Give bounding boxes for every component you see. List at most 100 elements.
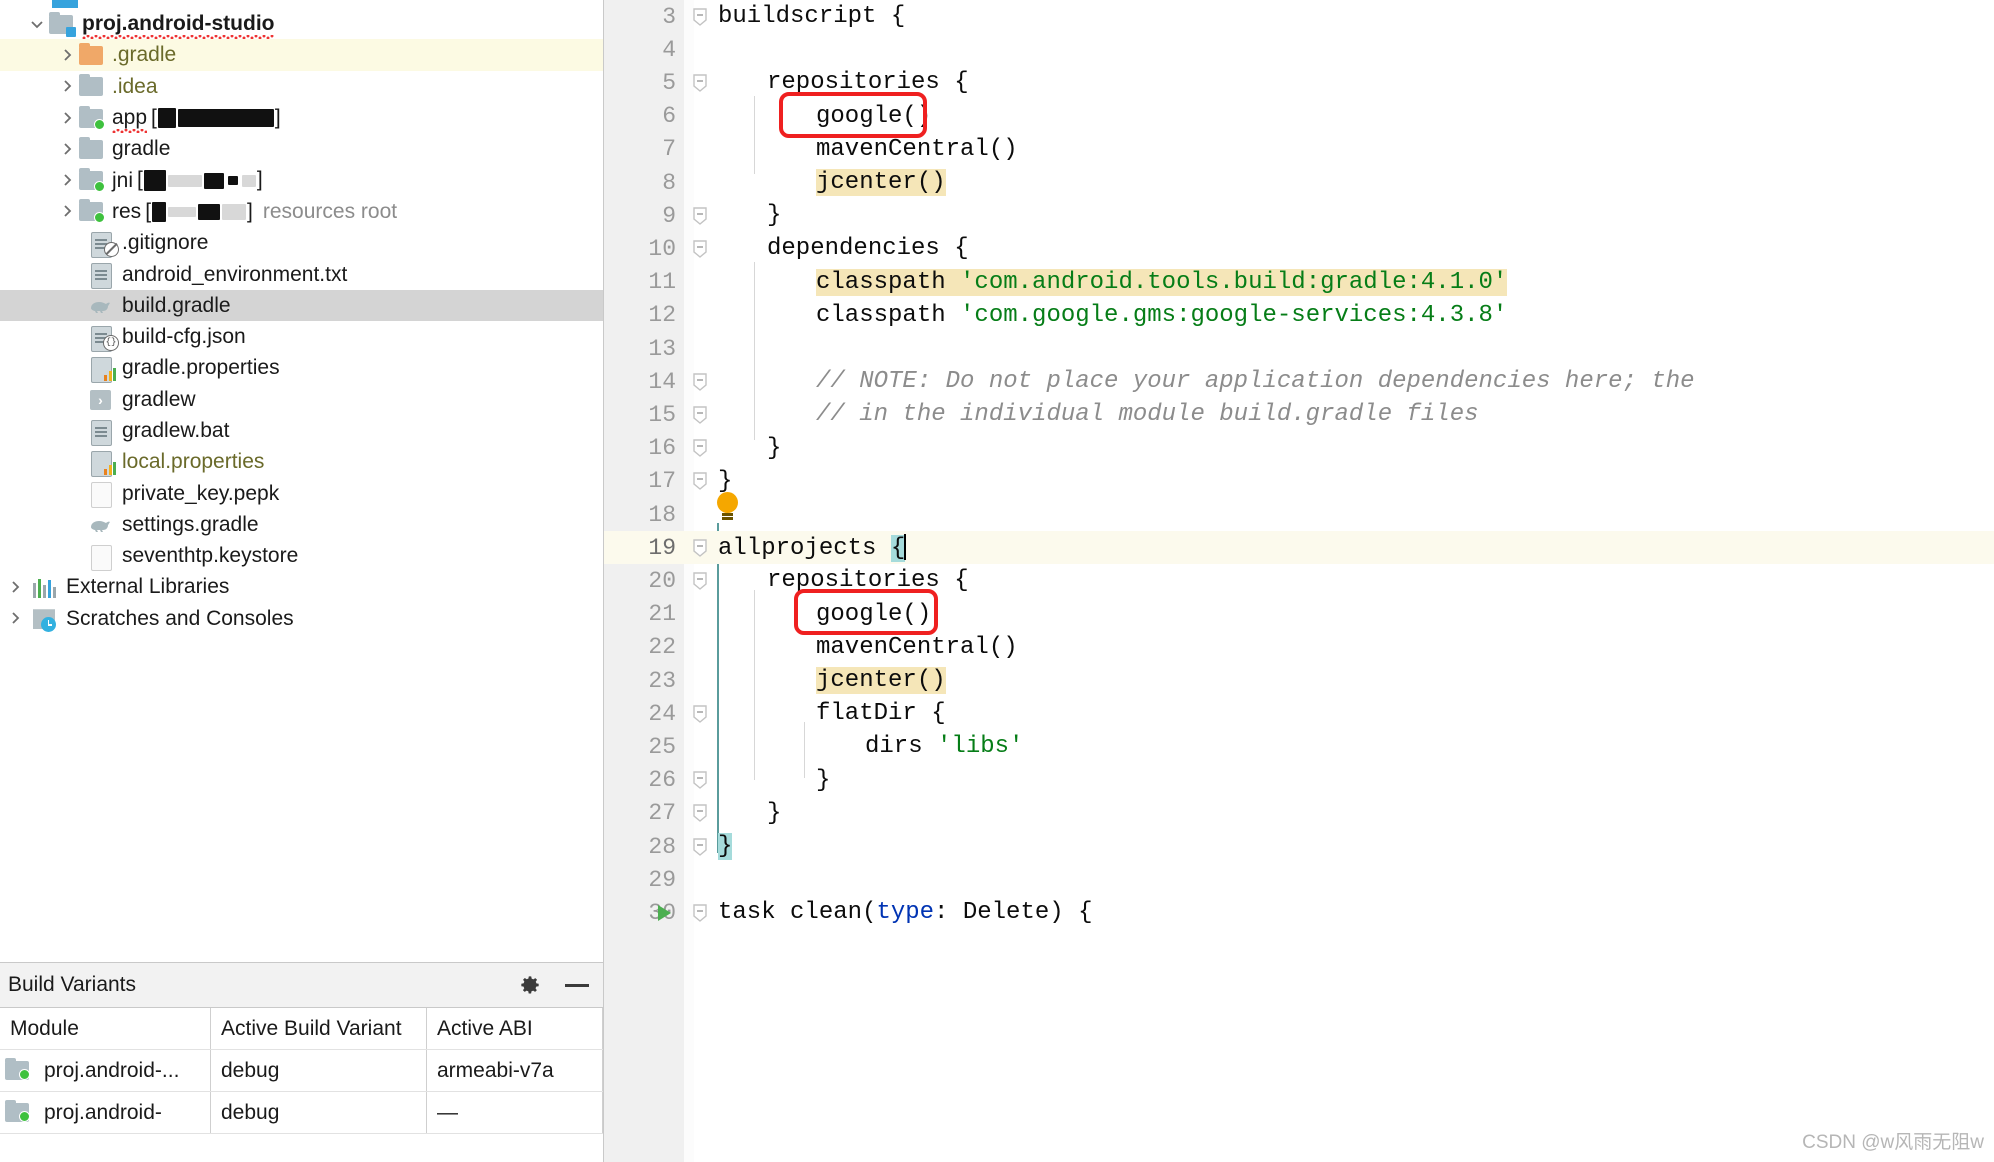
code-text: } [767,202,781,229]
code-line[interactable]: 19 allprojects { [604,531,1994,565]
tree-row-app-module[interactable]: app [] [0,102,603,134]
table-row[interactable]: proj.android- debug — [0,1091,603,1134]
project-file-tree[interactable]: proj.android-studio .gradle .idea app [… [0,0,603,962]
tree-row-partial-top [0,0,603,8]
tree-row-gradlew[interactable]: › gradlew [0,384,603,415]
gear-icon[interactable] [517,972,543,998]
minimize-icon[interactable] [565,973,589,997]
code-line[interactable]: 9} [604,199,1994,232]
tree-row-android-environment-txt[interactable]: android_environment.txt [0,258,603,290]
fold-toggle-icon[interactable] [690,903,710,923]
line-number: 30 [648,899,676,926]
fold-toggle-icon[interactable] [690,538,710,558]
code-line[interactable]: 23 jcenter() [604,664,1994,697]
cell-abi[interactable]: armeabi-v7a [426,1049,603,1092]
column-header-active-abi[interactable]: Active ABI [426,1008,603,1050]
tree-row-gitignore[interactable]: .gitignore [0,227,603,258]
fold-toggle-icon[interactable] [690,770,710,790]
code-line[interactable]: 22 mavenCentral() [604,631,1994,664]
column-header-module[interactable]: Module [0,1008,211,1050]
chevron-right-icon[interactable] [56,141,78,157]
code-line[interactable]: 3 buildscript { [604,0,1994,33]
code-line[interactable]: 27} [604,797,1994,830]
tree-row-private-key-pepk[interactable]: private_key.pepk [0,477,603,509]
code-line[interactable]: 24 flatDir { [604,697,1994,730]
tree-row-jni-module[interactable]: jni [] [0,164,603,195]
code-line[interactable]: 12 classpath 'com.google.gms:google-servi… [604,299,1994,332]
gradle-file-icon [88,292,114,318]
code-line[interactable]: 14 // NOTE: Do not place your application… [604,365,1994,398]
code-line[interactable]: 7 mavenCentral() [604,133,1994,166]
chevron-right-icon[interactable] [56,47,78,63]
tree-row-seventhtp-keystore[interactable]: seventhtp.keystore [0,540,603,571]
tree-item-label: External Libraries [66,575,230,599]
line-number: 20 [648,567,676,594]
file-properties-icon [88,355,116,383]
code-line[interactable]: 13 [604,332,1994,365]
code-line[interactable]: 21 google() [604,598,1994,631]
code-line[interactable]: 4 [604,33,1994,66]
tree-row-root[interactable]: proj.android-studio [0,8,603,40]
fold-toggle-icon[interactable] [690,471,710,491]
fold-toggle-icon[interactable] [690,704,710,724]
code-text: } [718,833,733,861]
code-line[interactable]: 25 dirs 'libs' [604,730,1994,763]
tree-row-scratches-and-consoles[interactable]: Scratches and Consoles [0,603,603,634]
code-line[interactable]: 17} [604,465,1994,498]
cell-variant[interactable]: debug [210,1091,427,1134]
table-row[interactable]: proj.android-... debug armeabi-v7a [0,1049,603,1092]
code-text: mavenCentral() [816,136,1018,163]
chevron-right-icon[interactable] [56,110,78,126]
column-header-active-build-variant[interactable]: Active Build Variant [210,1008,427,1050]
code-line[interactable]: 29 [604,863,1994,896]
fold-toggle-icon[interactable] [690,438,710,458]
code-line[interactable]: 20 repositories { [604,564,1994,597]
chevron-right-icon[interactable] [56,78,78,94]
fold-toggle-icon[interactable] [690,206,710,226]
code-line[interactable]: 16} [604,432,1994,465]
tree-row-external-libraries[interactable]: External Libraries [0,571,603,602]
fold-toggle-icon[interactable] [690,803,710,823]
fold-toggle-icon[interactable] [690,405,710,425]
fold-toggle-icon[interactable] [690,73,710,93]
line-number: 26 [648,767,676,794]
fold-toggle-icon[interactable] [690,571,710,591]
code-editor[interactable]: 3 buildscript {4 5 repositories {6 google() 7… [604,0,1994,1162]
run-gutter-icon[interactable] [658,905,671,922]
tree-row-res-module[interactable]: res [] resources root [0,196,603,227]
tree-row-build-cfg-json[interactable]: {} build-cfg.json [0,321,603,352]
code-line[interactable]: 6 google() [604,100,1994,133]
tree-row-settings-gradle[interactable]: settings.gradle [0,509,603,540]
code-line[interactable]: 10 dependencies { [604,232,1994,265]
code-line[interactable]: 5 repositories { [604,66,1994,99]
tree-row-gradle-properties[interactable]: gradle.properties [0,352,603,383]
chevron-right-icon[interactable] [4,610,26,626]
intention-bulb-icon[interactable] [717,492,739,520]
tree-row-gradle-folder[interactable]: gradle [0,133,603,164]
code-line[interactable]: 8 jcenter() [604,166,1994,199]
code-line[interactable]: 11 classpath 'com.android.tools.build:gra… [604,266,1994,299]
code-token: classpath [816,268,961,296]
code-line[interactable]: 26} [604,764,1994,797]
tree-row-idea-dir[interactable]: .idea [0,71,603,102]
fold-toggle-icon[interactable] [690,837,710,857]
code-line[interactable]: 28} [604,830,1994,863]
code-line[interactable]: 18 [604,498,1994,531]
chevron-down-icon[interactable] [26,16,48,32]
code-text: // NOTE: Do not place your application d… [816,368,1695,395]
chevron-right-icon[interactable] [4,579,26,595]
fold-toggle-icon[interactable] [690,7,710,27]
code-token: buildscript { [718,3,906,31]
tree-row-local-properties[interactable]: local.properties [0,446,603,477]
code-line[interactable]: 30 task clean(type: Delete) { [604,896,1994,929]
tree-row-build-gradle[interactable]: build.gradle [0,289,603,321]
tree-row-gradlew-bat[interactable]: gradlew.bat [0,415,603,446]
chevron-right-icon[interactable] [56,203,78,219]
cell-variant[interactable]: debug [210,1049,427,1092]
code-line[interactable]: 15 // in the individual module build.grad… [604,398,1994,431]
fold-toggle-icon[interactable] [690,239,710,259]
cell-abi[interactable]: — [426,1091,603,1134]
fold-toggle-icon[interactable] [690,372,710,392]
tree-row-gradle-dir[interactable]: .gradle [0,39,603,71]
chevron-right-icon[interactable] [56,172,78,188]
